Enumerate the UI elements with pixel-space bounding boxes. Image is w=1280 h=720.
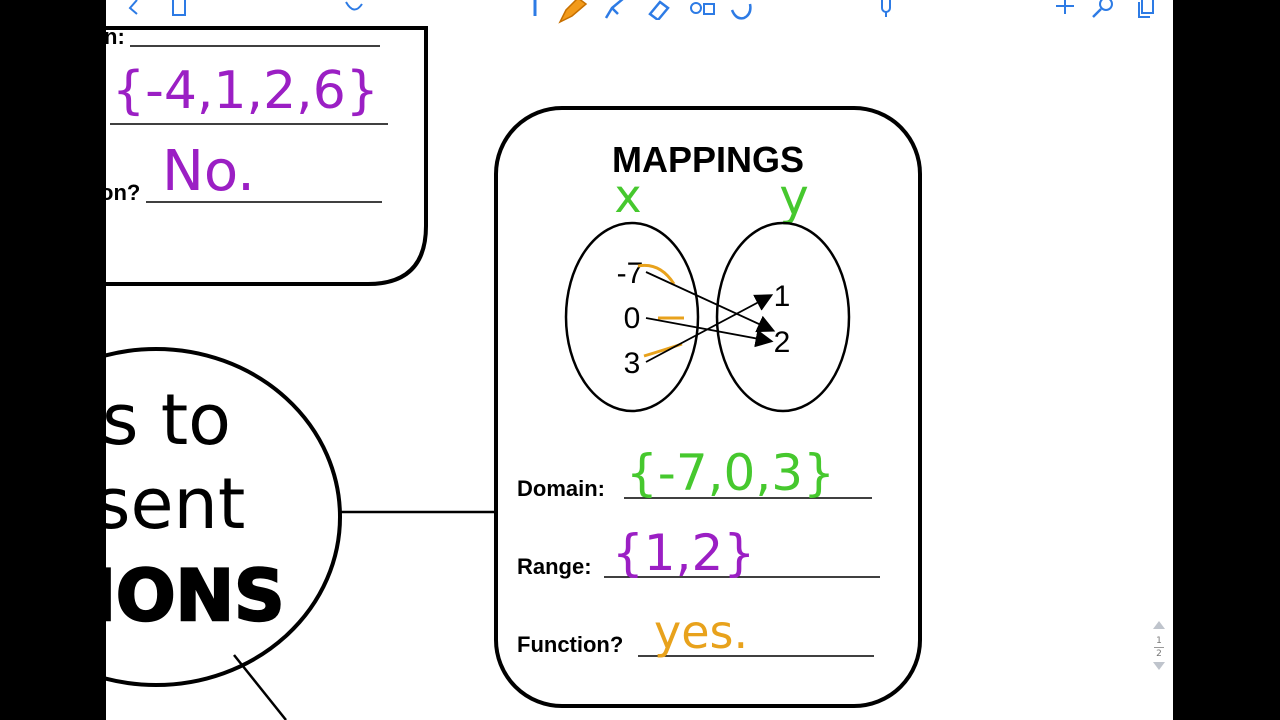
toolbar [106, 0, 1173, 26]
document-icon[interactable] [170, 0, 188, 18]
microphone-icon[interactable] [878, 0, 894, 18]
center-oval-line2: sent [106, 463, 245, 545]
lasso-icon[interactable] [342, 0, 364, 18]
page-current: 1 [1156, 636, 1162, 646]
notes-canvas[interactable]: n: {-4,1,2,6} on? No. s to sent IONS MAP… [106, 0, 1173, 720]
y-label: y [779, 168, 809, 226]
search-icon[interactable] [1090, 0, 1116, 20]
function-label: Function? [517, 632, 623, 657]
domain-value: -7 [617, 257, 644, 290]
highlighter-icon[interactable] [602, 0, 630, 20]
left-card-function-label: on? [106, 180, 140, 205]
page-indicator[interactable]: 1 2 [1150, 618, 1168, 690]
range-answer: {1,2} [612, 524, 755, 582]
pencil-icon[interactable] [556, 0, 588, 24]
left-card-range-answer: {-4,1,2,6} [112, 61, 379, 121]
left-card-function-answer: No. [162, 139, 255, 204]
domain-label: Domain: [517, 476, 605, 501]
range-value: 2 [774, 326, 791, 359]
back-icon[interactable] [126, 0, 142, 18]
pen-icon[interactable] [530, 0, 540, 18]
center-oval-line1: s to [106, 379, 231, 461]
page-down-icon[interactable] [1150, 660, 1168, 672]
copy-icon[interactable] [1136, 0, 1156, 18]
function-answer: yes. [654, 605, 748, 659]
domain-value: 0 [624, 302, 641, 335]
domain-value: 3 [624, 347, 641, 380]
x-label: x [614, 169, 641, 223]
page-total: 2 [1156, 649, 1162, 659]
domain-answer: {-7,0,3} [626, 444, 835, 502]
hand-icon[interactable] [728, 0, 754, 20]
shapes-icon[interactable] [688, 0, 718, 20]
eraser-icon[interactable] [646, 0, 674, 20]
range-value: 1 [774, 280, 791, 313]
add-icon[interactable] [1054, 0, 1076, 18]
page-up-icon[interactable] [1150, 619, 1168, 631]
center-oval-line3: IONS [106, 555, 285, 637]
notes-app: n: {-4,1,2,6} on? No. s to sent IONS MAP… [106, 0, 1173, 720]
left-card-top-label: n: [106, 24, 125, 49]
range-label: Range: [517, 554, 592, 579]
